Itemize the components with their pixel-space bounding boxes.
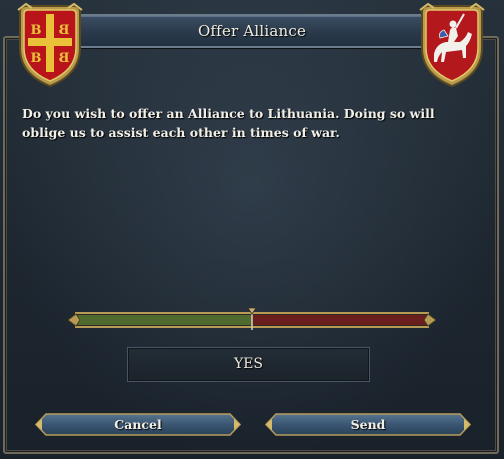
cancel-button-label: Cancel xyxy=(114,417,162,432)
acceptance-negative-segment xyxy=(252,315,426,325)
send-button-label: Send xyxy=(350,417,386,432)
dialog-frame xyxy=(3,36,499,454)
send-button[interactable]: Send xyxy=(264,412,472,437)
alliance-message: Do you wish to offer an Alliance to Lith… xyxy=(22,106,435,140)
verdict-label: YES xyxy=(233,356,264,372)
lithuania-coat-of-arms-icon xyxy=(419,2,485,88)
offer-alliance-dialog: Offer Alliance B B B B Do you wish to of… xyxy=(0,0,504,459)
cancel-button[interactable]: Cancel xyxy=(34,412,242,437)
svg-text:B: B xyxy=(59,51,70,66)
svg-text:B: B xyxy=(31,51,42,66)
acceptance-bar xyxy=(68,308,436,330)
acceptance-positive-segment xyxy=(78,315,252,325)
byzantine-coat-of-arms-icon: B B B B xyxy=(17,2,83,88)
svg-text:B: B xyxy=(31,23,42,38)
svg-text:B: B xyxy=(59,23,70,38)
